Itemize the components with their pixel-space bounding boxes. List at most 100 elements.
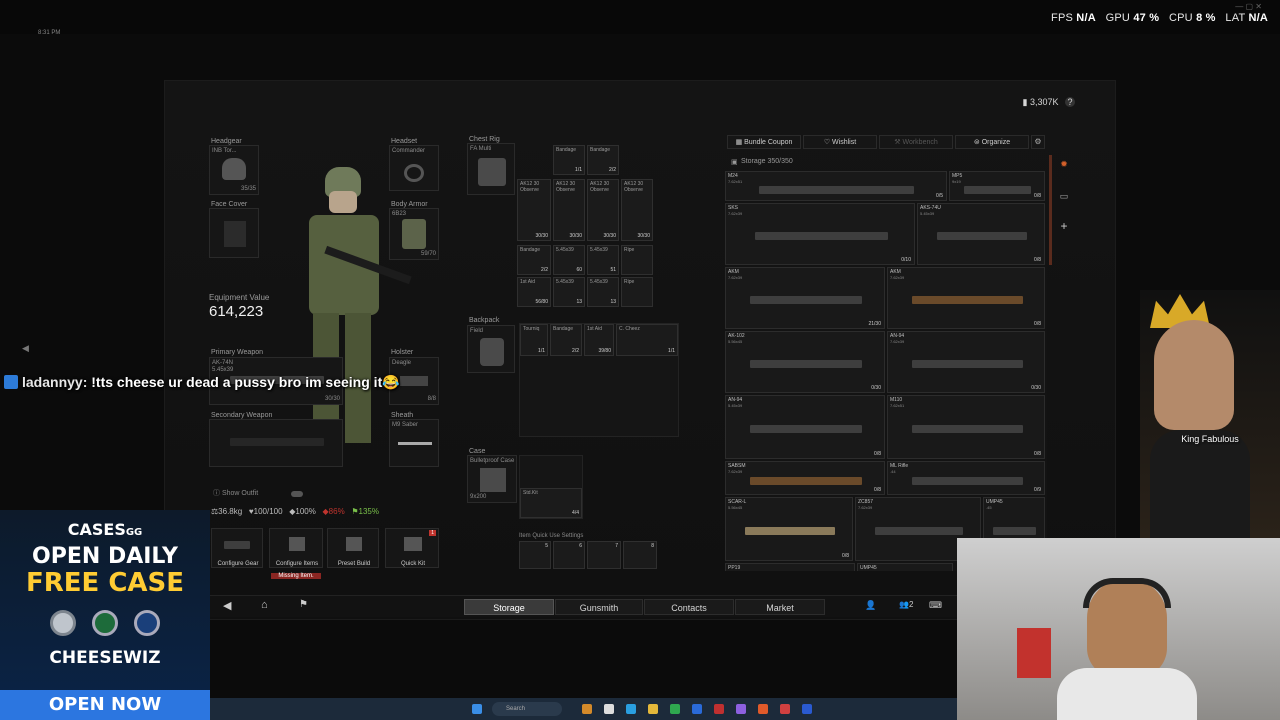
start-icon[interactable]: [472, 704, 482, 714]
rig-item-ammo-3[interactable]: 5.45x39 13: [553, 277, 585, 307]
window-controls[interactable]: — ▢ ✕: [1235, 2, 1262, 11]
rig-item-ripe-1[interactable]: Ripe: [621, 245, 653, 275]
storage-weapon[interactable]: SKS 7.62x39 0/10: [725, 203, 915, 265]
quick-use-slot-6[interactable]: 6: [553, 541, 585, 569]
body-armor-slot[interactable]: 6B23 59/70: [389, 208, 439, 260]
gpu-value: 47 %: [1133, 12, 1160, 24]
case-slot[interactable]: Bulletproof Case 9x200: [467, 455, 517, 503]
workbench-button[interactable]: ⚒ Workbench: [879, 135, 953, 149]
quick-kit-button[interactable]: 1 Quick Kit: [385, 528, 439, 568]
backpack-item-first-aid[interactable]: 1st Aid 39/80: [584, 324, 614, 356]
weapon-ammo-count: 0/8: [874, 451, 881, 457]
tab-contacts[interactable]: Contacts: [644, 599, 734, 615]
storage-weapon[interactable]: AN-94 7.62x39 0/30: [887, 331, 1045, 393]
sheath-slot[interactable]: M9 Saber: [389, 419, 439, 467]
rig-item-bandage-2[interactable]: Bandage 2/2: [587, 145, 619, 175]
storage-scrollbar[interactable]: [1049, 155, 1052, 265]
storage-weapon[interactable]: SCAR-L 5.56x45 0/8: [725, 497, 853, 561]
backpack-item-cheez[interactable]: C. Cheez 1/1: [616, 324, 678, 356]
face-cover-slot[interactable]: [209, 208, 259, 258]
rig-item-first-aid[interactable]: 1st Aid 56/80: [517, 277, 551, 307]
sponsor-ad[interactable]: CASESGG OPEN DAILY FREE CASE CHEESEWIZ O…: [0, 510, 210, 720]
settings-icon[interactable]: ⚙: [1031, 135, 1045, 149]
tab-storage[interactable]: Storage: [464, 599, 554, 615]
storage-grid: M24 7.62x51 0/5 MP5 9x19 0/8 SKS 7.62x39 0/10 AKS…: [725, 171, 1047, 571]
party-button[interactable]: 👥2: [899, 600, 913, 609]
rig-item-magazine-2[interactable]: AK12 30 Observe 30/30: [553, 179, 585, 241]
configure-gear-button[interactable]: Configure Gear: [211, 528, 263, 568]
rig-item-ammo-4[interactable]: 5.45x39 13: [587, 277, 619, 307]
configure-items-button[interactable]: Configure Items: [269, 528, 323, 568]
organize-button[interactable]: ⊜ Organize: [955, 135, 1029, 149]
storage-weapon[interactable]: AK-102 5.56x45 0/30: [725, 331, 885, 393]
wishlist-button[interactable]: ♡ Wishlist: [803, 135, 877, 149]
help-icon[interactable]: ?: [1065, 97, 1075, 107]
rig-item-magazine-4[interactable]: AK12 30 Observe 30/30: [621, 179, 653, 241]
back-arrow-icon[interactable]: ◀: [22, 343, 29, 354]
app-icon-4[interactable]: [780, 704, 790, 714]
rig-item-bandage-1[interactable]: Bandage 1/1: [553, 145, 585, 175]
backpack-item-tourniquet[interactable]: Tourniq 1/1: [520, 324, 548, 356]
case-item-kit[interactable]: Std.Kit 4/4: [520, 488, 582, 518]
brave-icon[interactable]: [758, 704, 768, 714]
rig-item-ammo-2[interactable]: 5.45x39 51: [587, 245, 619, 275]
chrome-icon[interactable]: [670, 704, 680, 714]
primary-weapon-caliber: 5.45x39: [212, 367, 234, 373]
search-box[interactable]: Search: [492, 702, 562, 716]
rig-item-magazine-3[interactable]: AK12 30 Observe 30/30: [587, 179, 619, 241]
tab-market[interactable]: Market: [735, 599, 825, 615]
quick-use-slot-5[interactable]: 5: [519, 541, 551, 569]
storage-weapon[interactable]: PP199x19: [725, 563, 855, 571]
storage-weapon[interactable]: SABSM 7.62x39 0/8: [725, 461, 885, 495]
headset-slot[interactable]: Commander: [389, 145, 439, 191]
storage-weapon[interactable]: AN-94 5.45x39 0/8: [725, 395, 885, 459]
flag-icon[interactable]: ⚑: [299, 599, 308, 610]
weapon-icon: [750, 296, 862, 304]
storage-weapon[interactable]: AKM 7.62x39 0/8: [887, 267, 1045, 329]
chest-rig-slot[interactable]: FA Multi: [467, 143, 515, 195]
store-icon[interactable]: [692, 704, 702, 714]
show-outfit-toggle[interactable]: ⓘ Show Outfit: [213, 488, 258, 498]
steam-icon[interactable]: [802, 704, 812, 714]
backpack-slot[interactable]: Field: [467, 325, 515, 373]
fps-label: FPS: [1051, 12, 1074, 24]
headgear-slot[interactable]: INB Tor... 35/35: [209, 145, 259, 195]
face-cover-label: Face Cover: [211, 201, 248, 208]
organize-label: Organize: [981, 139, 1011, 146]
rig-item-bandage-3[interactable]: Bandage 2/2: [517, 245, 551, 275]
app-icon-3[interactable]: [714, 704, 724, 714]
ad-cta-button[interactable]: OPEN NOW: [0, 690, 210, 720]
keyboard-icon[interactable]: ⌨: [929, 600, 942, 611]
edge-icon[interactable]: [626, 704, 636, 714]
bundle-coupon-button[interactable]: ▦ Bundle Coupon: [727, 135, 801, 149]
folder-icon[interactable]: [648, 704, 658, 714]
app-icon-1[interactable]: [582, 704, 592, 714]
rig-item-ammo-1[interactable]: 5.45x39 60: [553, 245, 585, 275]
storage-weapon[interactable]: AKS-74U 5.45x39 0/8: [917, 203, 1045, 265]
storage-weapon[interactable]: M24 7.62x51 0/5: [725, 171, 947, 201]
workbench-label: Workbench: [902, 139, 938, 146]
flame-icon[interactable]: ✹: [1057, 159, 1071, 173]
show-outfit-switch[interactable]: [291, 491, 303, 497]
storage-weapon[interactable]: AKM 7.62x39 21/30: [725, 267, 885, 329]
profile-icon[interactable]: 👤: [865, 600, 876, 611]
storage-weapon[interactable]: UMP45.45: [857, 563, 953, 571]
storage-weapon[interactable]: M110 7.62x51 0/8: [887, 395, 1045, 459]
storage-weapon[interactable]: ML Rifle .44 0/9: [887, 461, 1045, 495]
preset-build-button[interactable]: Preset Build: [327, 528, 379, 568]
storage-weapon[interactable]: MP5 9x19 0/8: [949, 171, 1045, 201]
quick-use-slot-8[interactable]: 8: [623, 541, 657, 569]
backpack-item-bandage[interactable]: Bandage 2/2: [550, 324, 582, 356]
home-icon[interactable]: ⌂: [261, 599, 268, 611]
secondary-weapon-slot[interactable]: [209, 419, 343, 467]
rig-item-ripe-2[interactable]: Ripe: [621, 277, 653, 307]
add-icon[interactable]: +: [1057, 219, 1071, 233]
back-icon[interactable]: ◀: [223, 599, 231, 612]
chat-icon[interactable]: ▭: [1057, 191, 1071, 205]
weapon-icon: [750, 477, 862, 485]
app-icon-2[interactable]: [604, 704, 614, 714]
quick-use-slot-7[interactable]: 7: [587, 541, 621, 569]
rig-item-magazine-1[interactable]: AK12 30 Observe 30/30: [517, 179, 551, 241]
discord-icon[interactable]: [736, 704, 746, 714]
tab-gunsmith[interactable]: Gunsmith: [555, 599, 643, 615]
